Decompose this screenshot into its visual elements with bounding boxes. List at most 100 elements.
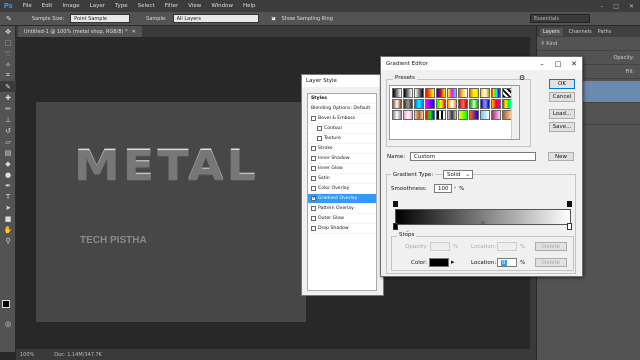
gradient-preset-swatch[interactable] bbox=[392, 110, 402, 120]
gradient-tool-icon[interactable]: ▤ bbox=[0, 147, 16, 158]
document-canvas[interactable] bbox=[36, 102, 306, 322]
style-item[interactable]: Satin bbox=[308, 174, 376, 184]
gradient-preset-swatch[interactable] bbox=[480, 88, 490, 98]
gradient-preset-swatch[interactable] bbox=[447, 99, 457, 109]
style-item[interactable]: Stroke bbox=[308, 144, 376, 154]
style-item[interactable]: Blending Options: Default bbox=[308, 104, 376, 114]
style-checkbox[interactable] bbox=[311, 216, 316, 221]
zoom-tool-icon[interactable]: ⚲ bbox=[0, 235, 16, 246]
stamp-tool-icon[interactable]: ⊥ bbox=[0, 114, 16, 125]
maximize-icon[interactable]: □ bbox=[613, 3, 619, 10]
style-checkbox[interactable] bbox=[311, 116, 316, 121]
gradient-preset-swatch[interactable] bbox=[469, 99, 479, 109]
dialog-minimize-icon[interactable]: – bbox=[534, 57, 550, 70]
tab-channels[interactable]: Channels bbox=[569, 29, 592, 35]
opacity-stop-left[interactable] bbox=[393, 201, 398, 207]
gradient-preset-swatch[interactable] bbox=[491, 99, 501, 109]
style-item[interactable]: Color Overlay bbox=[308, 184, 376, 194]
gradient-preset-swatch[interactable] bbox=[392, 88, 402, 98]
eyedropper-tool-icon[interactable]: ✎ bbox=[0, 81, 16, 92]
style-checkbox[interactable] bbox=[311, 186, 316, 191]
name-input[interactable]: Custom bbox=[410, 152, 536, 161]
style-item[interactable]: Inner Glow bbox=[308, 164, 376, 174]
gradient-preset-swatch[interactable] bbox=[458, 88, 468, 98]
sample-size-select[interactable]: Point Sample bbox=[70, 14, 131, 23]
brush-tool-icon[interactable]: ✏ bbox=[0, 103, 16, 114]
gradient-preset-swatch[interactable] bbox=[414, 110, 424, 120]
style-checkbox[interactable] bbox=[311, 206, 316, 211]
new-button[interactable]: New bbox=[548, 152, 574, 161]
gradient-preset-swatch[interactable] bbox=[458, 110, 468, 120]
gradient-preset-swatch[interactable] bbox=[436, 88, 446, 98]
style-item[interactable]: Bevel & Emboss bbox=[308, 114, 376, 124]
gradient-preset-swatch[interactable] bbox=[403, 88, 413, 98]
gradient-preset-swatch[interactable] bbox=[458, 99, 468, 109]
close-icon[interactable]: ✕ bbox=[629, 3, 634, 10]
gradient-preset-swatch[interactable] bbox=[436, 110, 446, 120]
gradient-preset-swatch[interactable] bbox=[469, 88, 479, 98]
kind-label[interactable]: Kind bbox=[546, 41, 557, 47]
lasso-tool-icon[interactable]: ➰ bbox=[0, 48, 16, 59]
color-stop-left[interactable] bbox=[393, 223, 398, 230]
crop-tool-icon[interactable]: ⌗ bbox=[0, 70, 16, 81]
gradient-preset-swatch[interactable] bbox=[425, 88, 435, 98]
style-item[interactable]: Gradient Overlay bbox=[308, 194, 376, 204]
gradient-preset-swatch[interactable] bbox=[414, 99, 424, 109]
stop-color-location-input[interactable]: 0 bbox=[497, 258, 517, 267]
style-checkbox[interactable] bbox=[311, 195, 316, 201]
style-item[interactable]: Drop Shadow bbox=[308, 224, 376, 234]
gradient-preset-swatch[interactable] bbox=[480, 110, 490, 120]
menu-file[interactable]: File bbox=[23, 3, 32, 9]
gradient-preset-swatch[interactable] bbox=[491, 110, 501, 120]
eyedropper-icon[interactable]: ✎ bbox=[6, 15, 12, 23]
style-item[interactable]: Outer Glow bbox=[308, 214, 376, 224]
style-item[interactable]: Contour bbox=[308, 124, 376, 134]
style-checkbox[interactable] bbox=[311, 166, 316, 171]
gradient-preset-swatch[interactable] bbox=[425, 99, 435, 109]
ok-button[interactable]: OK bbox=[549, 79, 575, 89]
gradient-preset-swatch[interactable] bbox=[447, 88, 457, 98]
healing-tool-icon[interactable]: ✚ bbox=[0, 92, 16, 103]
gradient-preset-swatch[interactable] bbox=[403, 110, 413, 120]
history-brush-tool-icon[interactable]: ↺ bbox=[0, 125, 16, 136]
style-checkbox[interactable] bbox=[311, 176, 316, 181]
smoothness-dropdown-icon[interactable]: › bbox=[454, 185, 456, 191]
marquee-tool-icon[interactable]: ⬚ bbox=[0, 37, 16, 48]
workspace-select[interactable]: Essentials bbox=[530, 14, 590, 23]
dialog-close-icon[interactable]: ✕ bbox=[566, 57, 582, 70]
quick-select-tool-icon[interactable]: ✧ bbox=[0, 59, 16, 70]
hand-tool-icon[interactable]: ✋ bbox=[0, 224, 16, 235]
menu-view[interactable]: View bbox=[188, 3, 201, 9]
menu-window[interactable]: Window bbox=[211, 3, 233, 9]
move-tool-icon[interactable]: ✥ bbox=[0, 26, 16, 37]
style-checkbox[interactable] bbox=[311, 156, 316, 161]
pen-tool-icon[interactable]: ✒ bbox=[0, 180, 16, 191]
cancel-button[interactable]: Cancel bbox=[549, 92, 575, 102]
shape-tool-icon[interactable]: ■ bbox=[0, 213, 16, 224]
gradient-preset-swatch[interactable] bbox=[425, 110, 435, 120]
gradient-type-select[interactable]: Solid ⌄ bbox=[443, 170, 473, 179]
menu-image[interactable]: Image bbox=[62, 3, 79, 9]
presets-scrollbar[interactable] bbox=[511, 86, 519, 139]
save-button[interactable]: Save... bbox=[549, 122, 575, 132]
quick-mask-icon[interactable]: ◎ bbox=[0, 318, 16, 329]
tab-close-icon[interactable]: ✕ bbox=[132, 29, 136, 35]
menu-layer[interactable]: Layer bbox=[90, 3, 105, 9]
smoothness-input[interactable]: 100 bbox=[434, 184, 452, 193]
dodge-tool-icon[interactable]: ● bbox=[0, 169, 16, 180]
sample-select[interactable]: All Layers bbox=[172, 14, 259, 23]
style-checkbox[interactable] bbox=[317, 136, 322, 141]
zoom-level[interactable]: 100% bbox=[20, 352, 34, 358]
show-sampling-ring-checkbox[interactable] bbox=[270, 15, 276, 21]
eraser-tool-icon[interactable]: ▱ bbox=[0, 136, 16, 147]
dialog-maximize-icon[interactable]: □ bbox=[550, 57, 566, 70]
document-tab[interactable]: Untitled-1 @ 100% (metal shop, RGB/8) * … bbox=[18, 26, 142, 37]
gradient-preset-swatch[interactable] bbox=[480, 99, 490, 109]
gradient-preset-swatch[interactable] bbox=[414, 88, 424, 98]
style-checkbox[interactable] bbox=[317, 126, 322, 131]
menu-type[interactable]: Type bbox=[115, 3, 128, 9]
gradient-preset-swatch[interactable] bbox=[491, 88, 501, 98]
style-checkbox[interactable] bbox=[311, 226, 316, 231]
tab-paths[interactable]: Paths bbox=[598, 29, 612, 35]
stop-color-arrow-icon[interactable]: ▸ bbox=[451, 258, 455, 266]
